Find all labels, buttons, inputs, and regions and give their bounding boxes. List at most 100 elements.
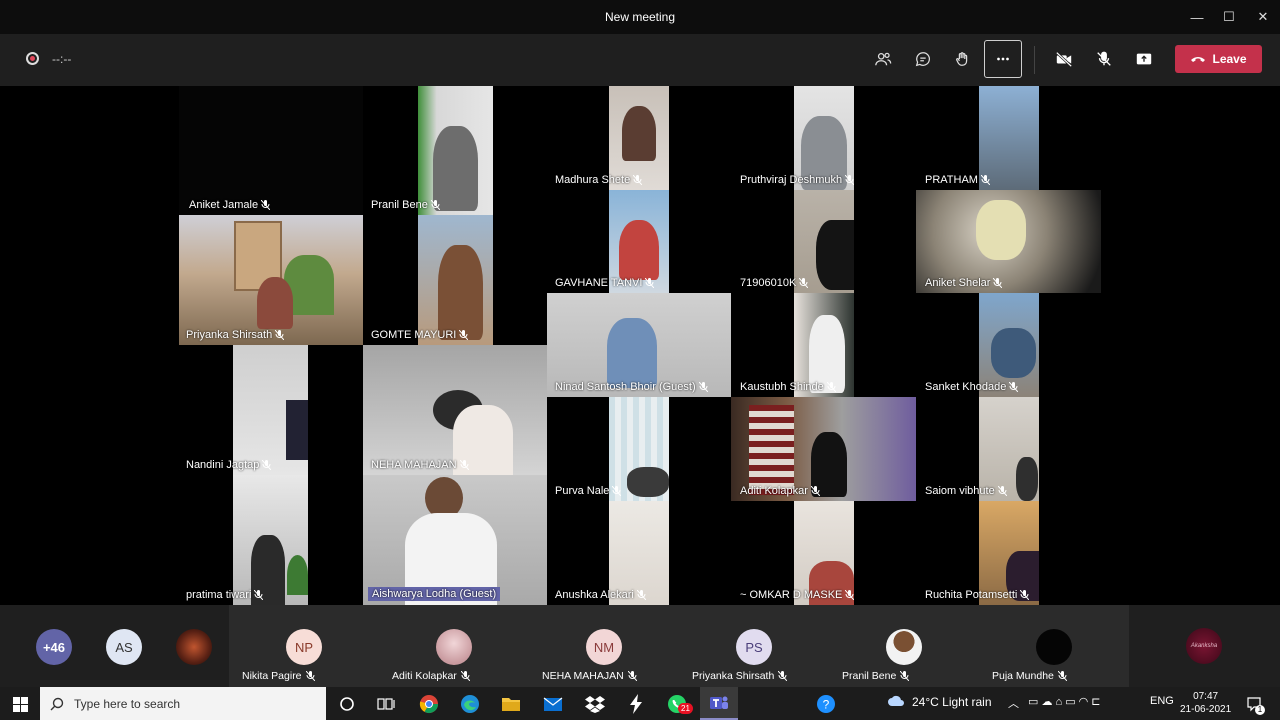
mic-muted-icon xyxy=(430,200,440,210)
toolbar-divider xyxy=(1034,46,1035,74)
video-tile[interactable]: Pruthviraj Deshmukh xyxy=(731,86,915,190)
help-icon[interactable]: ? xyxy=(815,693,837,715)
people-icon xyxy=(875,52,892,66)
teams-icon[interactable] xyxy=(700,687,738,720)
person-shape xyxy=(622,106,656,161)
mic-muted-icon xyxy=(778,671,788,681)
video-tile[interactable]: Sanket Khodade xyxy=(916,293,1100,397)
video-tile[interactable]: Ninad Santosh Bhoir (Guest) xyxy=(547,293,731,397)
video-tile[interactable]: Madhura Shete xyxy=(547,86,731,190)
video-tile[interactable]: GOMTE MAYURI xyxy=(363,215,547,345)
participant-name: Pranil Bene xyxy=(371,199,428,211)
weather-icon[interactable] xyxy=(887,694,905,711)
video-tile[interactable]: Pranil Bene xyxy=(363,86,547,215)
participant-name: Madhura Shete xyxy=(555,174,631,186)
windows-start-button[interactable] xyxy=(9,693,31,715)
participant-name: Ruchita Potamsetti xyxy=(925,589,1018,601)
task-view-icon[interactable] xyxy=(375,693,397,715)
participant-name: Puja Mundhe xyxy=(992,670,1054,682)
mic-muted-icon xyxy=(799,278,809,288)
video-tile[interactable]: Aniket Shelar xyxy=(916,190,1101,293)
notifications-icon[interactable]: 1 xyxy=(1243,693,1265,715)
video-gallery: Aniket Jamale Priyanka Shirsath Nandini … xyxy=(0,86,1280,605)
participant-name: Priyanka Shirsath xyxy=(692,670,775,682)
mic-muted-icon xyxy=(1020,590,1030,600)
staircase-shape xyxy=(749,405,794,495)
video-tile[interactable]: 71906010K xyxy=(731,190,915,293)
participants-button[interactable] xyxy=(864,40,902,78)
mic-muted-icon xyxy=(845,590,855,600)
participant-name: PRATHAM xyxy=(925,174,978,186)
participant-card[interactable]: NM NEHA MAHAJAN xyxy=(529,605,679,687)
video-tile[interactable]: NEHA MAHAJAN xyxy=(363,345,547,475)
video-tile[interactable]: ~ OMKAR D MASKE xyxy=(731,501,915,605)
chat-button[interactable] xyxy=(904,40,942,78)
search-placeholder: Type here to search xyxy=(74,696,181,711)
video-tile[interactable]: Purva Nale xyxy=(547,397,731,501)
participant-card[interactable]: Puja Mundhe xyxy=(979,605,1129,687)
participant-card[interactable]: Aditi Kolapkar xyxy=(379,605,529,687)
raise-hand-button[interactable] xyxy=(944,40,982,78)
edge-icon[interactable] xyxy=(459,693,481,715)
dropbox-icon[interactable] xyxy=(584,693,606,715)
clock[interactable]: 07:47 21-06-2021 xyxy=(1180,690,1231,716)
participant-name: Sanket Khodade xyxy=(925,381,1007,393)
mic-muted-icon xyxy=(261,200,271,210)
mic-muted-icon xyxy=(993,278,1003,288)
file-explorer-icon[interactable] xyxy=(500,693,522,715)
overflow-participants-button[interactable]: +46 xyxy=(36,629,72,665)
mic-muted-icon xyxy=(612,486,622,496)
mic-muted-icon xyxy=(997,486,1007,496)
mic-muted-icon xyxy=(698,382,708,392)
mail-icon[interactable] xyxy=(542,693,564,715)
person-shape xyxy=(607,318,657,388)
video-tile[interactable]: GAVHANE TANVI xyxy=(547,190,731,293)
video-tile[interactable]: Aditi Kolapkar xyxy=(731,397,916,501)
participant-name: Ninad Santosh Bhoir (Guest) xyxy=(555,381,696,393)
language-indicator[interactable]: ENG xyxy=(1150,695,1174,707)
mic-muted-icon xyxy=(645,278,655,288)
participant-card[interactable]: NP Nikita Pagire xyxy=(229,605,379,687)
svg-text:?: ? xyxy=(823,698,830,712)
video-tile[interactable]: pratima tiwari xyxy=(179,475,363,605)
avatar[interactable]: AS xyxy=(106,629,142,665)
avatar[interactable] xyxy=(176,629,212,665)
chrome-icon[interactable] xyxy=(418,693,440,715)
video-tile[interactable]: Kaustubh Shinde xyxy=(731,293,915,397)
close-button[interactable]: ✕ xyxy=(1246,0,1280,34)
minimize-button[interactable]: — xyxy=(1180,0,1214,34)
participant-card[interactable]: PS Priyanka Shirsath xyxy=(679,605,829,687)
notification-badge: 21 xyxy=(678,703,693,714)
phone-hangup-icon xyxy=(1191,57,1206,62)
video-tile[interactable]: Priyanka Shirsath xyxy=(179,215,363,345)
participant-card[interactable]: Pranil Bene xyxy=(829,605,979,687)
video-tile[interactable]: PRATHAM xyxy=(916,86,1100,190)
video-tile[interactable]: Aishwarya Lodha (Guest) xyxy=(363,475,547,605)
plant-shape xyxy=(287,555,308,595)
cortana-icon[interactable] xyxy=(336,693,358,715)
person-shape xyxy=(976,200,1026,260)
app-icon[interactable] xyxy=(625,693,647,715)
video-tile[interactable]: Saiom vibhute xyxy=(916,397,1100,501)
avatar xyxy=(436,629,472,665)
more-options-button[interactable] xyxy=(984,40,1022,78)
share-screen-button[interactable] xyxy=(1125,40,1163,78)
avatar[interactable]: Akanksha xyxy=(1186,628,1222,664)
participant-strip: +46 AS NP Nikita Pagire Aditi Kolapkar N… xyxy=(0,605,1280,687)
participant-name: Priyanka Shirsath xyxy=(186,329,273,341)
camera-toggle-button[interactable] xyxy=(1045,40,1083,78)
maximize-button[interactable]: ☐ xyxy=(1212,0,1246,34)
whatsapp-icon[interactable]: 21 xyxy=(666,693,693,715)
video-tile[interactable]: Nandini Jagtap xyxy=(179,345,363,475)
video-tile[interactable]: Aniket Jamale xyxy=(179,86,363,215)
chevron-up-icon[interactable]: ︿ xyxy=(1008,695,1019,711)
video-tile[interactable]: Ruchita Potamsetti xyxy=(916,501,1100,605)
mic-muted-icon xyxy=(460,671,470,681)
mic-muted-icon xyxy=(1009,382,1019,392)
video-tile[interactable]: Anushka Alekari xyxy=(547,501,731,605)
taskbar-search[interactable]: Type here to search xyxy=(40,687,326,720)
weather-text[interactable]: 24°C Light rain xyxy=(912,695,992,709)
leave-button[interactable]: Leave xyxy=(1175,45,1262,73)
mic-toggle-button[interactable] xyxy=(1085,40,1123,78)
person-shape xyxy=(286,400,308,460)
